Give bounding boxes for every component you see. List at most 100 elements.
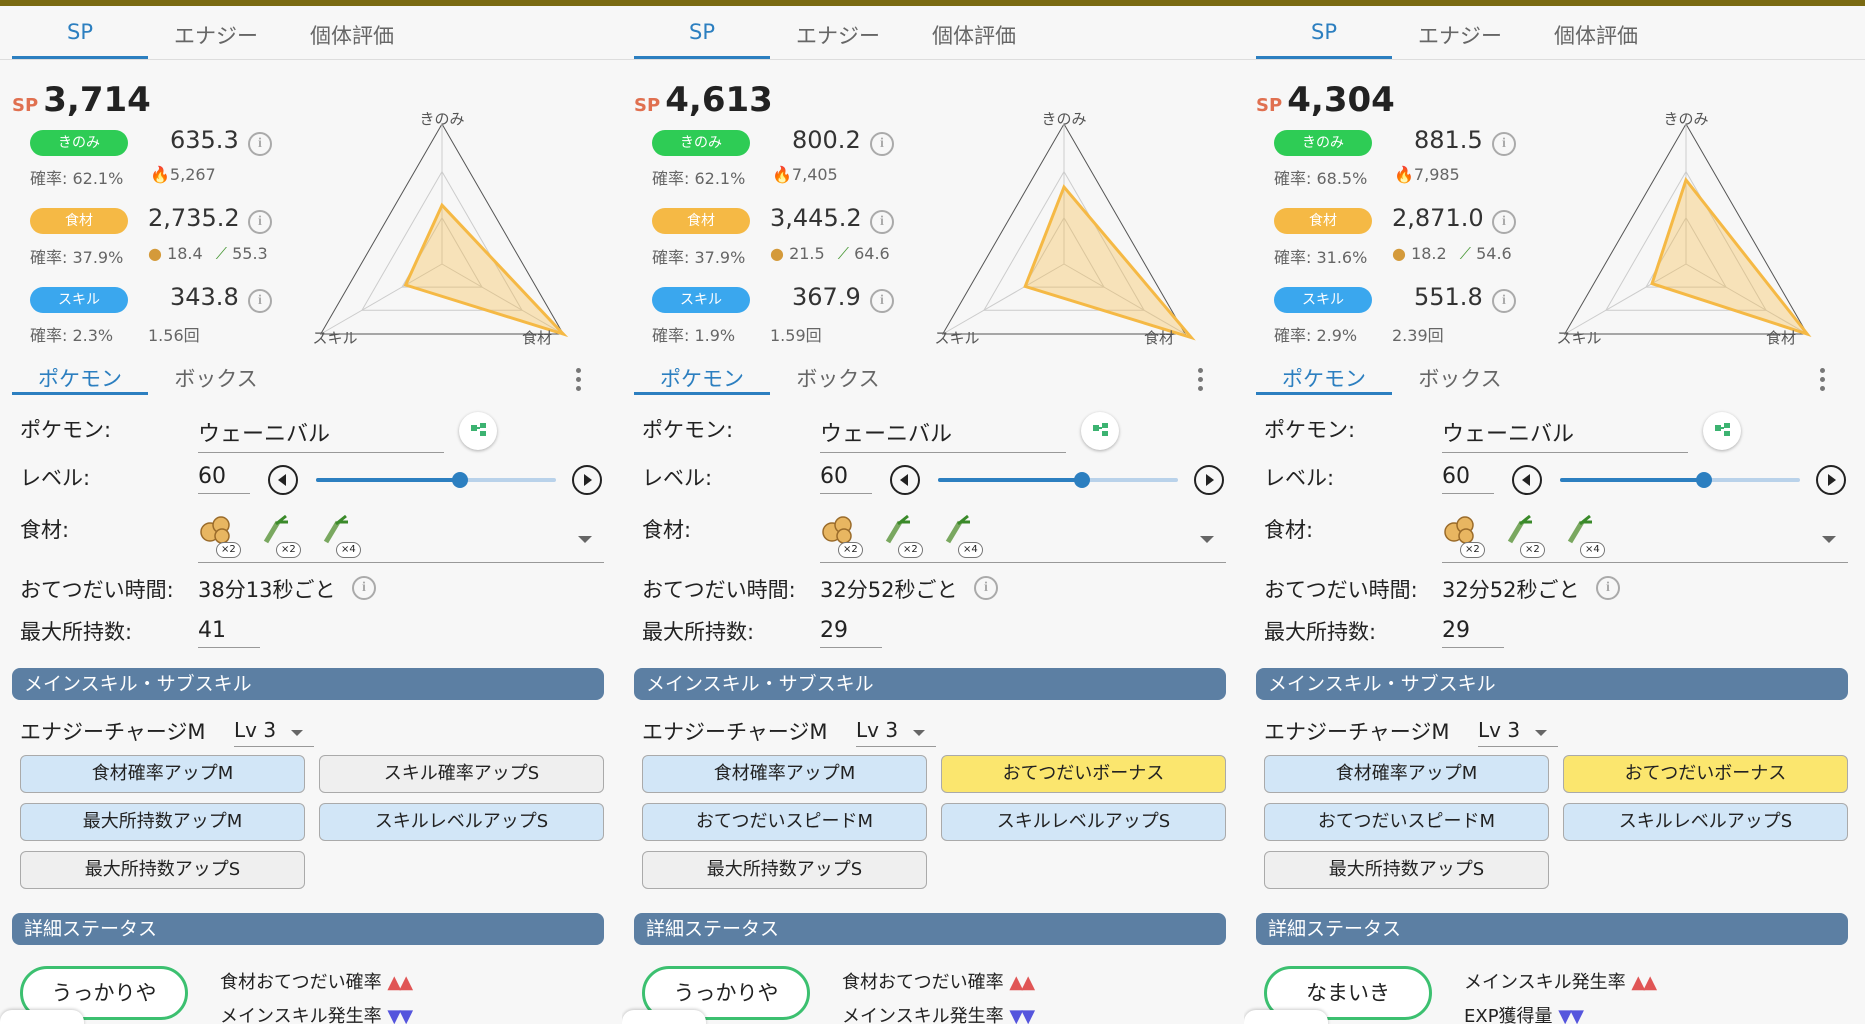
subskill-button[interactable]: おてつだいスピードM (1264, 803, 1549, 841)
skill-count: 1.59回 (770, 326, 822, 345)
berry-rate: 確率: 68.5% (1274, 169, 1368, 188)
subskill-button[interactable]: スキルレベルアップS (1563, 803, 1848, 841)
info-icon[interactable]: i (248, 289, 272, 313)
subskill-button[interactable]: おてつだいスピードM (642, 803, 927, 841)
skill-section-header: メインスキル・サブスキル (12, 668, 604, 700)
subskill-button[interactable]: スキル確率アップS (319, 755, 604, 793)
max-carry-input[interactable]: 29 (1442, 618, 1504, 648)
sp-value: 4,304 (1287, 80, 1395, 120)
subskill-button[interactable]: 食材確率アップM (642, 755, 927, 793)
skill-level-value: Lv 3 (1478, 718, 1521, 742)
pokemon-name-field[interactable]: ウェーニバル (1442, 416, 1688, 453)
tab-energy[interactable]: エナジー (770, 20, 906, 50)
sp-total: SP 4,304 (1256, 80, 1395, 120)
level-input[interactable]: 60 (820, 464, 872, 494)
tab-box[interactable]: ボックス (148, 363, 284, 393)
info-icon[interactable]: i (248, 132, 272, 156)
subskill-button[interactable]: おてつだいボーナス (941, 755, 1226, 793)
tab-energy[interactable]: エナジー (148, 20, 284, 50)
tab-pokemon[interactable]: ポケモン (1256, 363, 1392, 393)
level-slider-thumb[interactable] (1074, 472, 1090, 488)
ingredient-count-b: 55.3 (232, 244, 268, 263)
ingredient-badge: ×2 (1520, 542, 1545, 558)
more-menu-icon[interactable] (1820, 368, 1826, 395)
tab-energy[interactable]: エナジー (1392, 20, 1528, 50)
level-increase-button[interactable] (1816, 465, 1846, 495)
ingredients-dropdown-icon[interactable] (1822, 536, 1836, 543)
level-decrease-button[interactable] (890, 465, 920, 495)
tab-sp[interactable]: SP (634, 20, 770, 44)
chevron-down-icon[interactable] (291, 730, 303, 736)
level-slider-thumb[interactable] (452, 472, 468, 488)
level-input[interactable]: 60 (198, 464, 250, 494)
level-label: レベル: (1264, 466, 1335, 490)
level-input[interactable]: 60 (1442, 464, 1494, 494)
level-increase-button[interactable] (572, 465, 602, 495)
max-carry-input[interactable]: 41 (198, 618, 260, 648)
flame-icon: 🔥 (772, 165, 792, 184)
detail-line-2-text: メインスキル発生率 (220, 1006, 382, 1024)
subskill-button[interactable]: 食材確率アップM (20, 755, 305, 793)
tree-icon (1093, 423, 1108, 436)
pokemon-name-field[interactable]: ウェーニバル (198, 416, 444, 453)
tab-divider (622, 59, 1244, 60)
info-icon[interactable]: i (870, 289, 894, 313)
tab-evaluation[interactable]: 個体評価 (1528, 20, 1664, 50)
subskill-button[interactable]: おてつだいボーナス (1563, 755, 1848, 793)
ingredients-dropdown-icon[interactable] (578, 536, 592, 543)
level-decrease-button[interactable] (268, 465, 298, 495)
chevron-down-icon[interactable] (1535, 730, 1547, 736)
skill-pill: スキル (652, 287, 750, 313)
bottom-scroll-handle[interactable] (622, 1010, 706, 1024)
ingredients-underline (820, 562, 1226, 563)
subskill-button[interactable]: スキルレベルアップS (941, 803, 1226, 841)
pokemon-name-field[interactable]: ウェーニバル (820, 416, 1066, 453)
info-icon[interactable]: i (1492, 210, 1516, 234)
info-icon[interactable]: i (1492, 132, 1516, 156)
subskill-button[interactable]: 最大所持数アップS (20, 851, 305, 889)
subskill-button[interactable]: 最大所持数アップM (20, 803, 305, 841)
info-icon[interactable]: i (248, 210, 272, 234)
bottom-scroll-handle[interactable] (1244, 1010, 1328, 1024)
subskill-button[interactable]: スキルレベルアップS (319, 803, 604, 841)
ingredients-dropdown-icon[interactable] (1200, 536, 1214, 543)
level-decrease-button[interactable] (1512, 465, 1542, 495)
potato-icon: ● (1392, 244, 1406, 263)
subskill-button[interactable]: 最大所持数アップS (1264, 851, 1549, 889)
tab-evaluation[interactable]: 個体評価 (906, 20, 1042, 50)
more-menu-icon[interactable] (1198, 368, 1204, 395)
tab-sp[interactable]: SP (1256, 20, 1392, 44)
skill-value: 343.8 (170, 283, 239, 311)
info-icon[interactable]: i (870, 210, 894, 234)
tab-pokemon[interactable]: ポケモン (634, 363, 770, 393)
sp-prefix: SP (12, 95, 39, 116)
tab-sp[interactable]: SP (12, 20, 148, 44)
ingredient-badge: ×2 (276, 542, 301, 558)
tab-box[interactable]: ボックス (1392, 363, 1528, 393)
subskill-button[interactable]: 食材確率アップM (1264, 755, 1549, 793)
sp-total: SP 4,613 (634, 80, 773, 120)
info-icon[interactable]: i (352, 576, 376, 600)
tab-pokemon[interactable]: ポケモン (12, 363, 148, 393)
info-icon[interactable]: i (1596, 576, 1620, 600)
chevron-down-icon[interactable] (913, 730, 925, 736)
evolution-tree-button[interactable] (459, 412, 497, 450)
info-icon[interactable]: i (974, 576, 998, 600)
evolution-tree-button[interactable] (1081, 412, 1119, 450)
detail-line-2-text: EXP獲得量 (1464, 1006, 1553, 1024)
max-carry-input[interactable]: 29 (820, 618, 882, 648)
right-arrow-icon (584, 474, 592, 486)
info-icon[interactable]: i (1492, 289, 1516, 313)
tab-box[interactable]: ボックス (770, 363, 906, 393)
bottom-scroll-handle[interactable] (0, 1010, 84, 1024)
subskill-button[interactable]: 最大所持数アップS (642, 851, 927, 889)
skill-value: 367.9 (792, 283, 861, 311)
tab-evaluation[interactable]: 個体評価 (284, 20, 420, 50)
evolution-tree-button[interactable] (1703, 412, 1741, 450)
level-slider-thumb[interactable] (1696, 472, 1712, 488)
more-menu-icon[interactable] (576, 368, 582, 395)
level-increase-button[interactable] (1194, 465, 1224, 495)
sub-tab-underline (12, 392, 148, 395)
skill-rate: 確率: 2.3% (30, 326, 114, 345)
info-icon[interactable]: i (870, 132, 894, 156)
